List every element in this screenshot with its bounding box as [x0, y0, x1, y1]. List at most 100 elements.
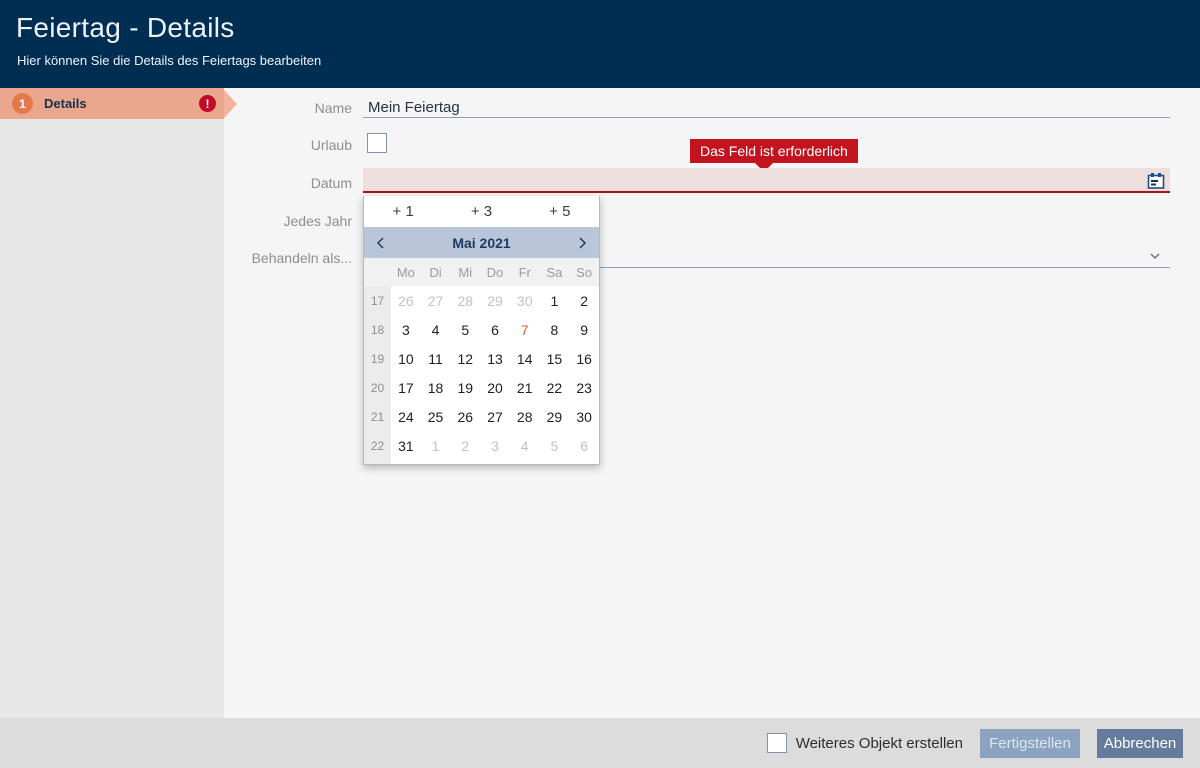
calendar-day[interactable]: 2	[450, 431, 480, 460]
calendar-day[interactable]: 15	[540, 344, 570, 373]
weekday-label: Do	[480, 258, 510, 286]
weekday-label: Mo	[391, 258, 421, 286]
step-number-badge: 1	[12, 93, 33, 114]
calendar-day[interactable]: 25	[421, 402, 451, 431]
chevron-right-icon	[575, 236, 589, 250]
week-number: 22	[364, 431, 391, 460]
weekday-label: So	[569, 258, 599, 286]
week-number: 17	[364, 286, 391, 315]
calendar-week-row: 2124252627282930	[364, 402, 599, 431]
chevron-down-icon[interactable]	[1148, 249, 1162, 263]
header: Feiertag - Details Hier können Sie die D…	[0, 0, 1200, 88]
calendar-week-row: 1910111213141516	[364, 344, 599, 373]
name-label: Name	[212, 100, 352, 116]
month-year-label[interactable]: Mai 2021	[398, 235, 565, 251]
quick-add-3-button[interactable]: + 3	[442, 196, 520, 227]
calendar-day[interactable]: 12	[450, 344, 480, 373]
quick-add-5-button[interactable]: + 5	[521, 196, 599, 227]
calendar-day[interactable]: 17	[391, 373, 421, 402]
calendar-day[interactable]: 16	[569, 344, 599, 373]
calendar-day[interactable]: 31	[391, 431, 421, 460]
calendar-week-row: 17262728293012	[364, 286, 599, 315]
calendar-day[interactable]: 14	[510, 344, 540, 373]
calendar-day[interactable]: 27	[421, 286, 451, 315]
week-number: 19	[364, 344, 391, 373]
sidebar-item-label: Details	[44, 88, 87, 119]
calendar-day[interactable]: 6	[569, 431, 599, 460]
calendar-week-row: 2017181920212223	[364, 373, 599, 402]
calendar-day[interactable]: 20	[480, 373, 510, 402]
calendar-day[interactable]: 4	[421, 315, 451, 344]
name-input[interactable]: Mein Feiertag	[368, 99, 460, 116]
calendar-week-row: 183456789	[364, 315, 599, 344]
urlaub-label: Urlaub	[212, 137, 352, 153]
weekday-label: Fr	[510, 258, 540, 286]
calendar-day[interactable]: 18	[421, 373, 451, 402]
weekday-label: Di	[421, 258, 451, 286]
calendar-day[interactable]: 27	[480, 402, 510, 431]
next-month-button[interactable]	[565, 227, 599, 258]
calendar-day[interactable]: 30	[510, 286, 540, 315]
weekday-label: Sa	[540, 258, 570, 286]
calendar-day[interactable]: 26	[391, 286, 421, 315]
weekday-label: Mi	[450, 258, 480, 286]
calendar-day[interactable]: 2	[569, 286, 599, 315]
calendar-icon[interactable]	[1147, 172, 1165, 190]
calendar-bottom-pad	[364, 460, 599, 464]
datum-input[interactable]	[363, 168, 1170, 193]
calendar-day[interactable]: 26	[450, 402, 480, 431]
prev-month-button[interactable]	[364, 227, 398, 258]
datum-label: Datum	[212, 175, 352, 191]
feiertag-details-window: Feiertag - Details Hier können Sie die D…	[0, 0, 1200, 768]
week-number: 21	[364, 402, 391, 431]
quick-add-1-button[interactable]: + 1	[364, 196, 442, 227]
calendar-day[interactable]: 28	[510, 402, 540, 431]
calendar-day[interactable]: 29	[540, 402, 570, 431]
behandeln-als-label: Behandeln als...	[212, 250, 352, 266]
calendar-day[interactable]: 23	[569, 373, 599, 402]
calendar-day[interactable]: 28	[450, 286, 480, 315]
calendar-week-row: 2231123456	[364, 431, 599, 460]
quick-add-row: + 1 + 3 + 5	[364, 196, 599, 227]
calendar-day[interactable]: 7	[510, 315, 540, 344]
chevron-left-icon	[374, 236, 388, 250]
create-another-checkbox[interactable]	[767, 733, 787, 753]
week-number: 18	[364, 315, 391, 344]
calendar-month-header: Mai 2021	[364, 227, 599, 258]
calendar-day[interactable]: 21	[510, 373, 540, 402]
calendar-day[interactable]: 6	[480, 315, 510, 344]
calendar-day[interactable]: 30	[569, 402, 599, 431]
calendar-day[interactable]: 1	[421, 431, 451, 460]
calendar-day[interactable]: 19	[450, 373, 480, 402]
calendar-day[interactable]: 24	[391, 402, 421, 431]
calendar-day[interactable]: 3	[480, 431, 510, 460]
date-picker-popup: + 1 + 3 + 5 Mai 2021 MoDiMiDoFrSaSo 1726…	[363, 196, 600, 465]
finish-button[interactable]: Fertigstellen	[980, 729, 1080, 758]
calendar-day[interactable]: 29	[480, 286, 510, 315]
calendar-day[interactable]: 11	[421, 344, 451, 373]
sidebar: 1 Details !	[0, 88, 224, 718]
weekday-header-row: MoDiMiDoFrSaSo	[364, 258, 599, 286]
create-another-label: Weiteres Objekt erstellen	[796, 735, 963, 752]
cancel-button[interactable]: Abbrechen	[1097, 729, 1183, 758]
validation-tooltip: Das Feld ist erforderlich	[690, 139, 858, 163]
calendar-day[interactable]: 3	[391, 315, 421, 344]
calendar-day[interactable]: 1	[540, 286, 570, 315]
calendar-day[interactable]: 13	[480, 344, 510, 373]
calendar-day[interactable]: 4	[510, 431, 540, 460]
page-title: Feiertag - Details	[16, 12, 235, 44]
name-input-underline	[363, 117, 1170, 118]
calendar-grid: 1726272829301218345678919101112131415162…	[364, 286, 599, 460]
week-number: 20	[364, 373, 391, 402]
jedes-jahr-label: Jedes Jahr	[212, 213, 352, 229]
footer-bar: Weiteres Objekt erstellen Fertigstellen …	[0, 718, 1200, 768]
calendar-day[interactable]: 22	[540, 373, 570, 402]
calendar-day[interactable]: 8	[540, 315, 570, 344]
urlaub-checkbox[interactable]	[367, 133, 387, 153]
calendar-day[interactable]: 10	[391, 344, 421, 373]
page-subtitle: Hier können Sie die Details des Feiertag…	[17, 53, 321, 68]
calendar-day[interactable]: 5	[540, 431, 570, 460]
calendar-day[interactable]: 9	[569, 315, 599, 344]
calendar-day[interactable]: 5	[450, 315, 480, 344]
sidebar-item-details[interactable]: 1 Details !	[0, 88, 224, 119]
